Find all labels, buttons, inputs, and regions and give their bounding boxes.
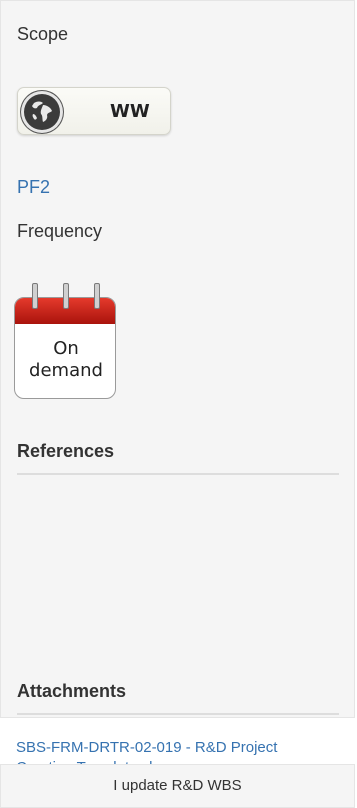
calendar-ring-icon (32, 283, 38, 309)
attachments-divider (17, 713, 339, 715)
info-panel: Scope WW PF2 Frequency On demand Referen… (0, 0, 355, 718)
calendar-ring-icon (63, 283, 69, 309)
attachments-heading: Attachments (17, 681, 127, 701)
scope-badge: WW (17, 87, 171, 135)
pf2-link[interactable]: PF2 (17, 176, 50, 198)
calendar-page: On demand (14, 297, 116, 399)
action-button[interactable]: I update R&D WBS (0, 764, 355, 808)
calendar-ring-icon (94, 283, 100, 309)
references-divider (17, 473, 339, 475)
references-heading: References (17, 441, 115, 461)
calendar-icon: On demand (14, 283, 116, 399)
scope-value: WW (110, 101, 150, 122)
globe-icon (21, 91, 63, 133)
scope-heading: Scope (17, 24, 69, 44)
frequency-heading: Frequency (17, 221, 103, 241)
frequency-value: On demand (29, 338, 103, 381)
